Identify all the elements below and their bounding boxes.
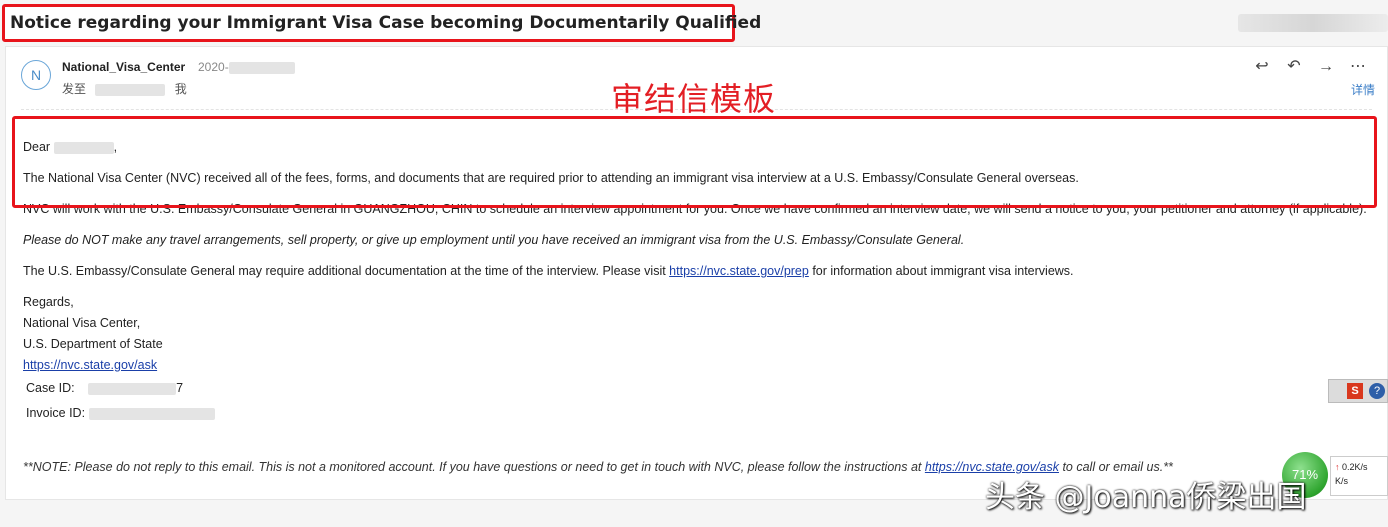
- reply-icon[interactable]: ↩: [1251, 56, 1273, 78]
- case-id: Case ID: 7: [26, 381, 184, 395]
- more-icon[interactable]: ⋯: [1347, 56, 1369, 78]
- upload-arrow-icon: ↑: [1335, 462, 1340, 472]
- network-speeds: ↑ 0.2K/s K/s: [1330, 456, 1388, 496]
- reply-all-icon[interactable]: ↶: [1283, 56, 1305, 78]
- ask-link[interactable]: https://nvc.state.gov/ask: [23, 358, 157, 372]
- email-subject: Notice regarding your Immigrant Visa Cas…: [10, 13, 762, 33]
- email-card: N National_Visa_Center 2020- 发至 我 ↩ ↶ → …: [5, 46, 1388, 500]
- invoice-id: Invoice ID:: [23, 403, 1368, 424]
- forward-icon[interactable]: →: [1315, 56, 1337, 78]
- prep-link[interactable]: https://nvc.state.gov/prep: [669, 264, 809, 278]
- blurred-recipient: [95, 83, 166, 96]
- help-icon[interactable]: ?: [1369, 383, 1385, 399]
- blurred-account: [1238, 14, 1388, 32]
- brand-watermark: 头条 @Joanna侨梁出国: [985, 480, 1307, 515]
- signature-org: National Visa Center,: [23, 316, 141, 330]
- input-method-toolbar: S ?: [1328, 379, 1388, 403]
- regards: Regards,: [23, 295, 74, 309]
- recipient-me: 我: [174, 82, 187, 96]
- sender-avatar: N: [21, 60, 51, 90]
- sender-name[interactable]: National_Visa_Center: [62, 60, 185, 74]
- annotation-title: 审结信模板: [611, 80, 777, 118]
- paragraph-travel-warning: Please do NOT make any travel arrangemen…: [23, 233, 965, 247]
- subject-highlight-box: Notice regarding your Immigrant Visa Cas…: [2, 4, 761, 42]
- details-link[interactable]: 详情: [1351, 81, 1375, 98]
- paragraph-documentation: The U.S. Embassy/Consulate General may r…: [23, 264, 1074, 278]
- signature-dept: U.S. Department of State: [23, 337, 163, 351]
- message-actions: ↩ ↶ → ⋯: [1251, 56, 1369, 78]
- qualified-highlight-box: [12, 116, 1377, 208]
- email-date: 2020-: [198, 60, 295, 74]
- sogou-icon[interactable]: S: [1347, 383, 1363, 399]
- sent-to-label: 发至: [62, 82, 87, 96]
- recipient-line: 发至 我: [62, 80, 187, 97]
